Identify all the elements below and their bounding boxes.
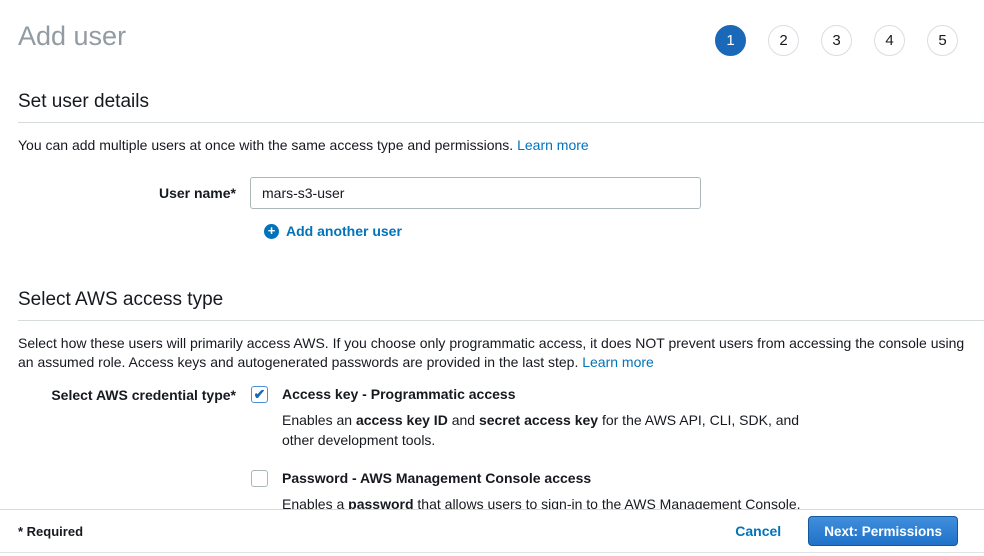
- password-checkbox[interactable]: [251, 470, 268, 487]
- step-4: 4: [874, 25, 905, 56]
- step-2: 2: [768, 25, 799, 56]
- desc-part-bold: access key ID: [356, 412, 448, 428]
- step-indicator: 1 2 3 4 5: [715, 25, 958, 56]
- wizard-footer: * Required Cancel Next: Permissions: [0, 509, 984, 553]
- credential-options: ✔ Access key - Programmatic access Enabl…: [250, 386, 984, 514]
- step-5: 5: [927, 25, 958, 56]
- access-key-checkbox[interactable]: ✔: [251, 386, 268, 403]
- access-type-section: Select AWS access type Select how these …: [18, 289, 984, 514]
- page-title: Add user: [18, 20, 126, 52]
- step-3: 3: [821, 25, 852, 56]
- password-text: Password - AWS Management Console access…: [282, 470, 801, 514]
- add-another-user-label: Add another user: [286, 223, 402, 239]
- username-row: User name*: [18, 177, 984, 209]
- desc-part-bold: secret access key: [479, 412, 598, 428]
- access-type-description: Select how these users will primarily ac…: [18, 334, 976, 372]
- learn-more-link-access-type[interactable]: Learn more: [582, 354, 654, 370]
- set-user-details-heading: Set user details: [18, 91, 984, 123]
- access-key-text: Access key - Programmatic access Enables…: [282, 386, 827, 450]
- username-input[interactable]: [250, 177, 701, 209]
- desc-part: and: [448, 412, 479, 428]
- learn-more-link-user-details[interactable]: Learn more: [517, 137, 589, 153]
- check-icon: ✔: [254, 387, 266, 402]
- access-key-option: ✔ Access key - Programmatic access Enabl…: [250, 386, 984, 450]
- next-permissions-button[interactable]: Next: Permissions: [808, 516, 958, 546]
- cancel-button[interactable]: Cancel: [735, 523, 781, 539]
- access-type-heading: Select AWS access type: [18, 289, 984, 321]
- access-key-title: Access key - Programmatic access: [282, 386, 827, 403]
- credential-type-row: Select AWS credential type* ✔ Access key…: [18, 386, 984, 514]
- access-key-description: Enables an access key ID and secret acce…: [282, 410, 827, 450]
- step-1: 1: [715, 25, 746, 56]
- add-another-user-button[interactable]: + Add another user: [264, 223, 984, 239]
- required-note: * Required: [18, 524, 83, 539]
- page-header: Add user 1 2 3 4 5: [0, 0, 984, 56]
- desc-part: Enables an: [282, 412, 356, 428]
- description-text: You can add multiple users at once with …: [18, 137, 513, 153]
- password-title: Password - AWS Management Console access: [282, 470, 801, 487]
- set-user-details-description: You can add multiple users at once with …: [18, 136, 976, 155]
- set-user-details-section: Set user details You can add multiple us…: [18, 91, 984, 239]
- plus-icon: +: [264, 224, 279, 239]
- description-text: Select how these users will primarily ac…: [18, 335, 964, 370]
- credential-type-label: Select AWS credential type*: [18, 386, 250, 403]
- password-option: Password - AWS Management Console access…: [250, 470, 984, 514]
- username-label: User name*: [18, 185, 250, 201]
